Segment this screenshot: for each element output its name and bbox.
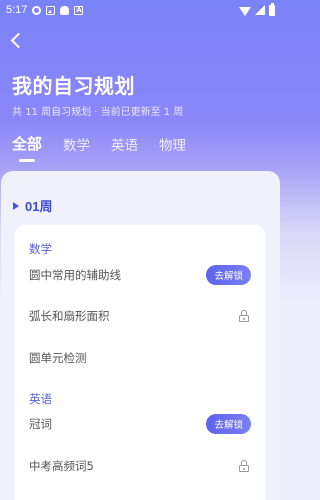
status-right: [239, 2, 275, 16]
tab-physics[interactable]: 物理: [159, 134, 186, 154]
wifi-icon: [239, 6, 251, 16]
tab-all[interactable]: 全部: [12, 133, 42, 154]
image-icon: [46, 5, 56, 15]
item-label: 中考高频词5: [29, 459, 94, 473]
signal-icon: [255, 5, 265, 15]
battery-icon: [269, 2, 275, 16]
page-title: 我的自习规划: [12, 74, 135, 98]
tab-math[interactable]: 数学: [63, 134, 90, 154]
list-item[interactable]: 圆中常用的辅助线 去解锁: [29, 265, 251, 285]
subject-title-math: 数学: [29, 242, 52, 256]
a-icon: A: [74, 5, 84, 15]
list-item[interactable]: 圆单元检测: [29, 348, 251, 368]
lock-icon: [239, 310, 249, 322]
item-label: 弧长和扇形面积: [29, 309, 110, 323]
unlock-button[interactable]: 去解锁: [206, 265, 251, 285]
week-header: 01周: [13, 196, 52, 215]
subject-title-english: 英语: [29, 392, 52, 406]
lock-icon: [239, 460, 249, 472]
list-item[interactable]: 中考高频词5: [29, 456, 251, 476]
plan-card: 数学 圆中常用的辅助线 去解锁 弧长和扇形面积 圆单元检测 英语 冠词 去解锁 …: [15, 225, 265, 500]
week-label: 01周: [25, 199, 53, 214]
item-label: 圆中常用的辅助线: [29, 268, 121, 282]
item-label: 冠词: [29, 417, 52, 431]
status-bar: 5:17 A: [0, 0, 281, 20]
chevron-left-icon[interactable]: [9, 32, 25, 50]
content-panel: 01周 数学 圆中常用的辅助线 去解锁 弧长和扇形面积 圆单元检测 英语 冠词 …: [1, 171, 280, 500]
subject-tabs: 全部 数学 英语 物理: [12, 134, 207, 154]
item-label: 圆单元检测: [29, 351, 87, 365]
status-left: 5:17 A: [6, 4, 84, 16]
page-subtitle: 共 11 周自习规划 · 当前已更新至 1 周: [12, 107, 184, 118]
list-item[interactable]: 冠词 去解锁: [29, 414, 251, 434]
week-marker-icon: [13, 201, 19, 210]
status-time: 5:17: [6, 4, 28, 16]
settings-icon: [32, 5, 42, 15]
ghost-icon: [60, 5, 70, 15]
list-item[interactable]: 弧长和扇形面积: [29, 306, 251, 326]
unlock-button[interactable]: 去解锁: [206, 414, 251, 434]
tab-english[interactable]: 英语: [111, 134, 138, 154]
